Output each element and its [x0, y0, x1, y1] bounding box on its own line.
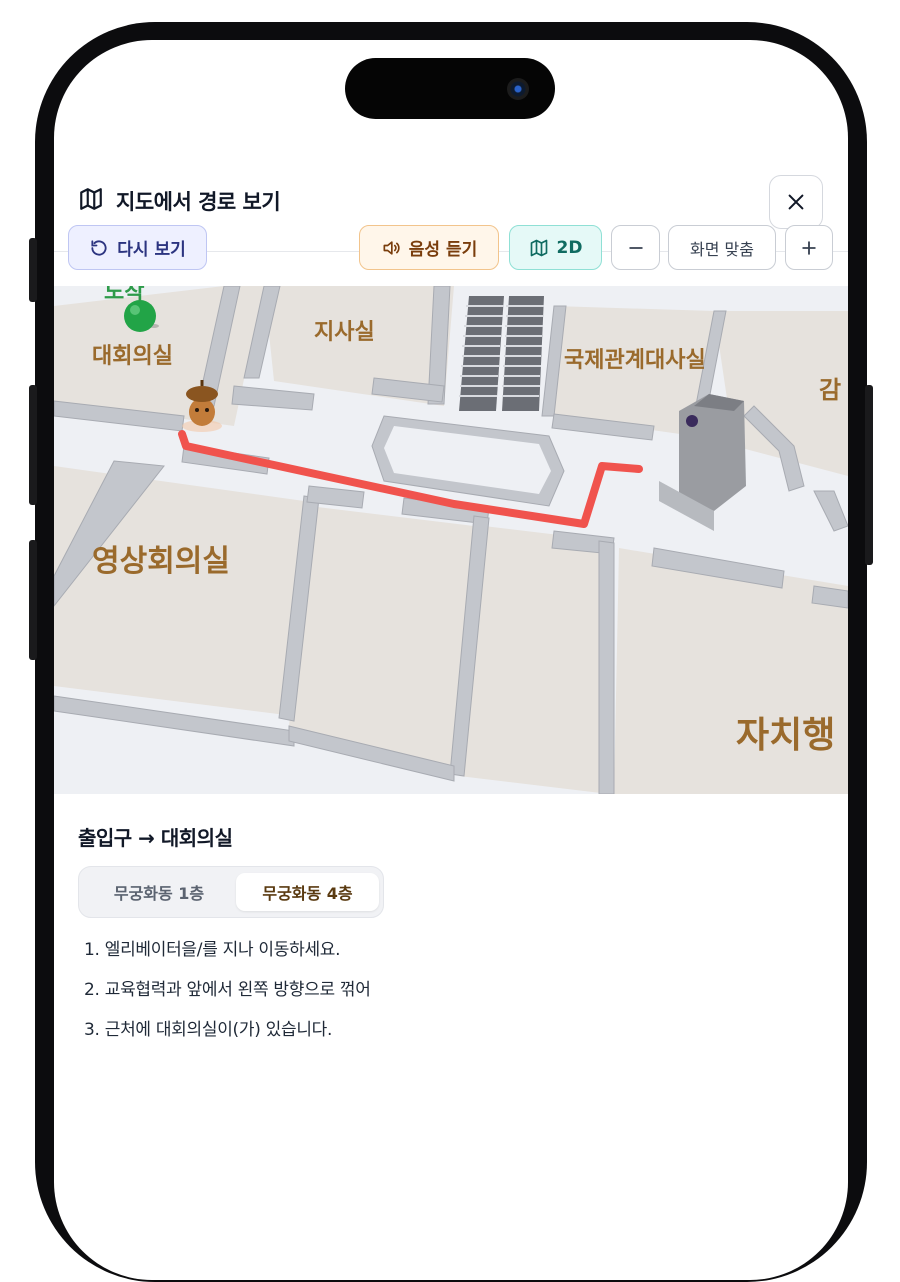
phone-side-button [29, 385, 37, 505]
floor-tab-group: 무궁화동 1층 무궁화동 4층 [78, 866, 384, 918]
zoom-out-button[interactable] [611, 225, 660, 270]
map-label-video-conference-room: 영상회의실 [92, 544, 230, 579]
route-map[interactable]: 도착 대회의실 지사실 국제관계대사실 감 영상회의실 자치행 [54, 286, 848, 794]
app-screen: 지도에서 경로 보기 다시 보기 음성 듣기 2D 화면 맞춤 도착 대회의실 … [54, 40, 848, 1280]
replay-label: 다시 보기 [117, 240, 186, 260]
map-label-top-partial: 도착 [104, 286, 145, 305]
replay-button[interactable]: 다시 보기 [68, 225, 207, 270]
map-label-branch-office: 지사실 [314, 320, 375, 345]
map-label-conference-room: 대회의실 [92, 344, 173, 369]
voice-label: 음성 듣기 [408, 240, 478, 260]
direction-step: 1. 엘리베이터을/를 지나 이동하세요. [84, 940, 341, 960]
map-label-intl-conference-room: 국제관계대사실 [564, 348, 706, 373]
direction-steps: 1. 엘리베이터을/를 지나 이동하세요. 2. 교육협력과 앞에서 왼쪽 방향… [84, 938, 371, 1058]
map-label-partial-right: 감 [819, 376, 842, 404]
phone-side-button [29, 238, 37, 302]
phone-side-button [865, 385, 873, 565]
page-title: 지도에서 경로 보기 [116, 190, 281, 214]
phone-side-button [29, 540, 37, 660]
zoom-in-button[interactable] [785, 225, 833, 270]
map-icon [78, 186, 104, 216]
route-title: 출입구 → 대회의실 [78, 826, 233, 850]
direction-step: 3. 근처에 대회의실이(가) 있습니다. [84, 1020, 333, 1040]
rotate-ccw-icon [91, 239, 107, 256]
map-label-autonomous-admin: 자치행 [736, 715, 836, 756]
fit-label: 화면 맞춤 [690, 239, 754, 259]
dynamic-island [345, 58, 555, 119]
close-icon [788, 194, 804, 210]
plus-icon [802, 240, 816, 255]
voice-button[interactable]: 음성 듣기 [359, 225, 499, 270]
speaker-icon [383, 240, 400, 255]
minus-icon [628, 246, 643, 249]
map-mode-label: 2D [556, 237, 583, 258]
floor-tab-1[interactable]: 무궁화동 1층 [87, 873, 231, 911]
map-icon [530, 239, 547, 256]
direction-step: 2. 교육협력과 앞에서 왼쪽 방향으로 꺾어 [84, 980, 371, 1000]
map-mode-toggle[interactable]: 2D [509, 225, 602, 270]
close-button[interactable] [769, 175, 823, 229]
title-group: 지도에서 경로 보기 [78, 186, 281, 216]
fit-to-screen-button[interactable]: 화면 맞춤 [668, 225, 776, 270]
floor-tab-4[interactable]: 무궁화동 4층 [236, 873, 379, 911]
camera-icon [507, 78, 529, 100]
